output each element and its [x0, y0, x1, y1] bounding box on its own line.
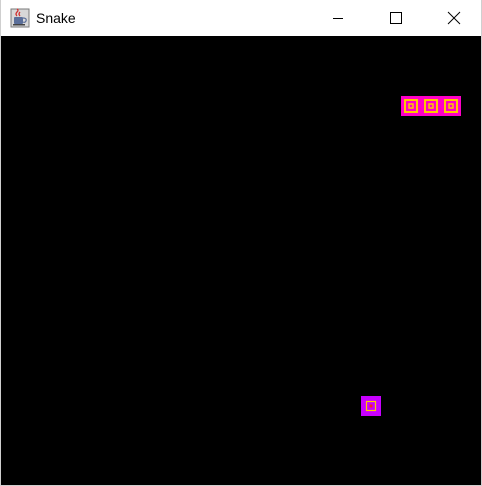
- window-title: Snake: [36, 10, 76, 26]
- maximize-button[interactable]: [367, 0, 425, 36]
- close-button[interactable]: [425, 0, 482, 36]
- snake-segment: [421, 96, 441, 116]
- food-pellet: [361, 396, 381, 416]
- minimize-icon: [333, 18, 343, 19]
- title-bar[interactable]: Snake: [1, 0, 481, 36]
- maximize-icon: [390, 12, 402, 24]
- snake-window: Snake: [0, 0, 482, 486]
- snake-segment: [401, 96, 421, 116]
- java-cup-icon: [10, 8, 30, 28]
- game-board[interactable]: [1, 36, 481, 485]
- close-icon: [447, 11, 461, 25]
- minimize-button[interactable]: [309, 0, 367, 36]
- snake-head: [441, 96, 461, 116]
